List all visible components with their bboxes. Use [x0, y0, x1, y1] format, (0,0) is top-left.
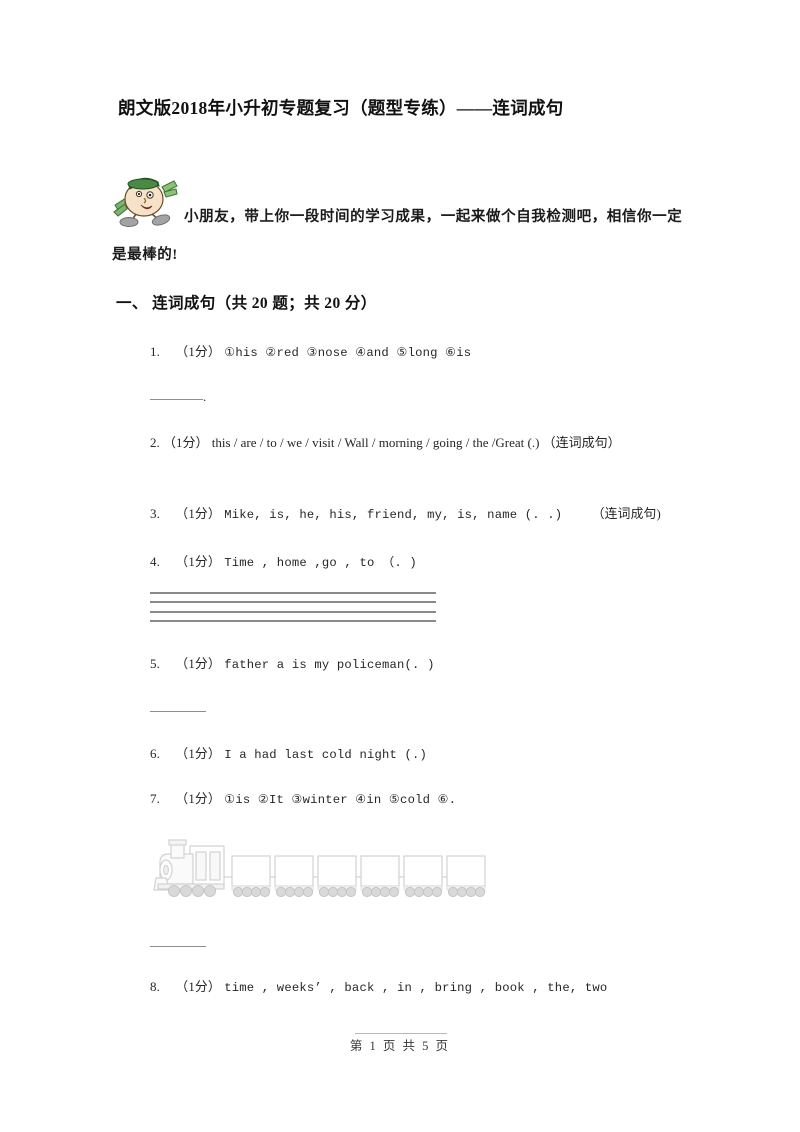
staff-line [150, 601, 436, 604]
intro-text: 小朋友，带上你一段时间的学习成果，一起来做个自我检测吧，相信你一定是最棒的! [112, 209, 683, 263]
train-car-box [360, 855, 400, 887]
question-text: ①is ②It ③winter ④in ⑤cold ⑥. [224, 793, 457, 807]
page-footer: 第 1 页 共 5 页 [349, 1039, 451, 1053]
question-item-2: 2. （1分） this / are / to / we / visit / W… [112, 427, 690, 458]
question-points: （1分） [175, 345, 221, 359]
question-item-6: 6. （1分） I a had last cold night (.) [150, 743, 427, 762]
question-item-5: 5. （1分） father a is my policeman(. ) [150, 653, 435, 672]
staff-line [150, 620, 436, 623]
question-points: （1分） [163, 435, 209, 450]
train-car-box [274, 855, 314, 887]
question-tag: （连词成句） [542, 435, 621, 450]
question-points: （1分） [175, 980, 221, 994]
question-text: I a had last cold night (.) [224, 748, 428, 762]
answer-blank-5[interactable] [150, 711, 206, 712]
question-number: 2. [150, 435, 160, 450]
question-text: Mike, is, he, his, friend, my, is, name … [224, 508, 563, 522]
answer-blank-7[interactable] [150, 946, 206, 947]
answer-blank-1-period: . [203, 389, 207, 404]
question-text: time , weeks’ , back , in , bring , book… [224, 981, 608, 995]
question-text: this / are / to / we / visit / Wall / mo… [211, 435, 540, 450]
question-points: （1分） [175, 507, 221, 521]
train-car-box [446, 855, 486, 887]
question-points: （1分） [175, 792, 221, 806]
footer-divider [355, 1033, 447, 1034]
question-tag: （连词成句) [591, 507, 661, 521]
question-text: father a is my policeman(. ) [224, 658, 435, 672]
question-item-8: 8. （1分） time , weeks’ , back , in , brin… [150, 976, 607, 995]
question-number: 7. [150, 791, 161, 806]
staff-line [150, 610, 436, 613]
page-title: 朗文版2018年小升初专题复习（题型专练）——连词成句 [118, 98, 564, 118]
exam-page: 朗文版2018年小升初专题复习（题型专练）——连词成句 小朋友，带上你一段时间的… [0, 0, 800, 1132]
section-heading: 一、 连词成句（共 20 题；共 20 分） [116, 295, 377, 312]
question-number: 8. [150, 979, 161, 994]
question-number: 5. [150, 656, 161, 671]
question-number: 6. [150, 746, 161, 761]
staff-line [150, 592, 436, 594]
question-text: Time , home ,go , to （. ) [224, 556, 417, 570]
question-points: （1分） [175, 555, 221, 569]
question-text: ①his ②red ③nose ④and ⑤long ⑥is [224, 346, 472, 360]
question-number: 4. [150, 554, 161, 569]
question-item-1: 1. （1分） ①his ②red ③nose ④and ⑤long ⑥is [150, 341, 471, 360]
question-item-4: 4. （1分） Time , home ,go , to （. ) [150, 551, 417, 570]
question-item-3: 3. （1分） Mike, is, he, his, friend, my, i… [150, 503, 661, 522]
train-car-box [403, 855, 443, 887]
question-item-7: 7. （1分） ①is ②It ③winter ④in ⑤cold ⑥. [150, 788, 456, 807]
answer-blank-1[interactable] [150, 399, 203, 400]
train-car-box [317, 855, 357, 887]
train-with-empty-cars-icon[interactable] [152, 836, 500, 908]
question-points: （1分） [175, 747, 221, 761]
question-points: （1分） [175, 657, 221, 671]
train-car-box [231, 855, 271, 887]
question-number: 1. [150, 344, 161, 359]
question-number: 3. [150, 506, 161, 521]
answer-writing-staff-4[interactable] [150, 592, 436, 623]
